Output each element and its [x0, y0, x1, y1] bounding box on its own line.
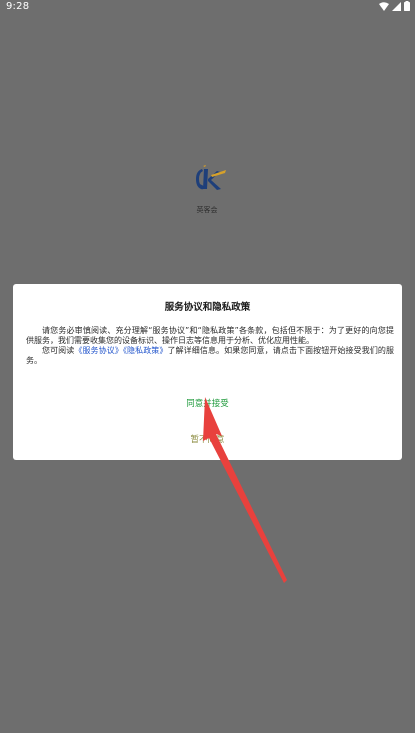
disagree-button[interactable]: 暂不同意: [13, 433, 402, 445]
status-bar: 9:28: [0, 0, 415, 14]
signal-icon: [392, 1, 401, 11]
dialog-body: 请您务必审慎阅读、充分理解“服务协议”和“隐私政策”各条款，包括但不限于：为了更…: [26, 326, 394, 366]
dialog-paragraph-2: 您可阅读《服务协议》《隐私政策》了解详细信息。如果您同意，请点击下面按钮开始接受…: [26, 346, 394, 366]
status-time: 9:28: [6, 1, 30, 12]
service-agreement-link[interactable]: 《服务协议》: [74, 346, 123, 355]
privacy-dialog: 服务协议和隐私政策 请您务必审慎阅读、充分理解“服务协议”和“隐私政策”各条款，…: [13, 284, 402, 460]
splash-app-name: 英客会: [196, 206, 218, 214]
dialog-paragraph-1: 请您务必审慎阅读、充分理解“服务协议”和“隐私政策”各条款，包括但不限于：为了更…: [26, 326, 394, 345]
jk-logo-icon: [196, 165, 226, 190]
privacy-policy-link[interactable]: 《隐私政策》: [123, 346, 168, 355]
status-icons: [379, 1, 410, 11]
wifi-icon: [379, 1, 389, 11]
dialog-title: 服务协议和隐私政策: [164, 302, 251, 313]
screen: 9:28 英客会 服务协议和隐私政策 请您务必审慎阅读、充分理解“服务协议”和“…: [0, 0, 415, 733]
agree-button[interactable]: 同意并接受: [13, 397, 402, 409]
battery-icon: [404, 1, 410, 11]
paragraph-2-prefix: 您可阅读: [42, 346, 75, 355]
